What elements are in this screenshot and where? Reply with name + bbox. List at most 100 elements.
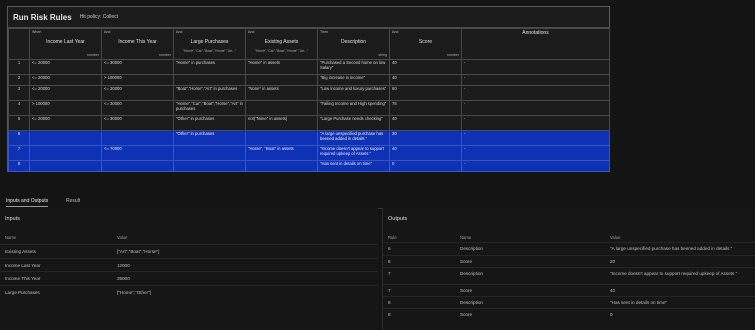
column-header[interactable]: And Existing Assets "Home","Car","Boat","H… — [245, 28, 318, 60]
rule-number: 6 — [8, 130, 30, 146]
rule-cell[interactable] — [173, 145, 246, 161]
rule-cell[interactable]: "Home" in assets — [245, 59, 318, 75]
tab-bar: Inputs and Outputs Result — [0, 194, 755, 209]
rule-cell[interactable]: "Other" in purchases — [173, 115, 246, 131]
outputs-panel: Outputs Rule Name Value 6 Description "A l… — [382, 208, 755, 330]
rule-number: 7 — [8, 145, 30, 161]
hit-policy-value: Collect — [102, 14, 119, 20]
rule-cell[interactable] — [173, 74, 246, 86]
rule-cell[interactable]: "Big increase in income" — [317, 74, 390, 86]
rule-cell[interactable] — [29, 145, 102, 161]
rule-row[interactable]: 1 <= 20000 <= 30000 "Home" in purchases "Hom… — [8, 59, 610, 75]
rule-cell[interactable]: "Income doesn't appear to support requir… — [317, 145, 390, 161]
rule-row[interactable]: 4 > 100000 <= 30000 "Home","Car","Boat","Ho… — [8, 100, 610, 116]
rule-cell[interactable]: "Purchased a Second home on low Salary" — [317, 59, 390, 75]
rule-cell[interactable]: "Other" in purchases — [173, 130, 246, 146]
inputs-name-header: Name — [5, 235, 17, 240]
rule-cell[interactable]: <= 30000 — [101, 85, 174, 101]
output-rule: 8 — [388, 312, 391, 317]
rule-cell[interactable]: <= 20000 — [29, 59, 102, 75]
rule-cell[interactable]: - — [461, 115, 610, 131]
column-name: Annotations — [522, 30, 549, 36]
rule-cell[interactable]: 40 — [389, 74, 462, 86]
tab-inputs-and-outputs[interactable]: Inputs and Outputs — [6, 198, 49, 207]
rule-cell[interactable]: <= 20000 — [29, 115, 102, 131]
rule-cell[interactable]: "Horse", "Boat" in assets — [245, 145, 318, 161]
column-kind: Then — [320, 30, 329, 34]
rule-cell[interactable]: - — [461, 145, 610, 161]
output-value: "Has sent in details on time" — [610, 300, 668, 305]
rule-row[interactable]: 8 "Has sent in details on time" 0- — [8, 160, 610, 172]
rule-number: 3 — [8, 85, 30, 101]
output-value: 40 — [610, 288, 616, 293]
rule-cell[interactable]: <= 70000 — [101, 145, 174, 161]
input-row: Income This Year 35000 — [0, 271, 378, 286]
output-row: 6 Description "A large unspecified purchas… — [383, 242, 755, 256]
tab-result[interactable]: Result — [66, 198, 80, 204]
rule-cell[interactable]: - — [461, 130, 610, 146]
output-rule: 6 — [388, 246, 391, 251]
rule-row[interactable]: 2 <= 20000 > 100000 "Big increase in income… — [8, 74, 610, 86]
rule-row[interactable]: 3 <= 20000 <= 30000 "Boat","Horse","Art" in… — [8, 85, 610, 101]
rule-cell[interactable]: 60 — [389, 85, 462, 101]
rule-cell[interactable] — [245, 160, 318, 172]
rule-cell[interactable] — [245, 100, 318, 116]
column-header[interactable]: Annotations — [461, 28, 610, 60]
rule-cell[interactable]: - — [461, 160, 610, 172]
rule-cell[interactable]: "Low income and luxury purchases" — [317, 85, 390, 101]
output-name: Score — [460, 288, 473, 293]
rule-cell[interactable]: "None" in assets — [245, 85, 318, 101]
column-name: Description — [340, 39, 366, 45]
rule-cell[interactable]: <= 30000 — [101, 59, 174, 75]
rule-cell[interactable] — [29, 160, 102, 172]
rule-cell[interactable]: not("None" in assets) — [245, 115, 318, 131]
rule-cell[interactable]: "Large Purchase needs checking" — [317, 115, 390, 131]
column-header[interactable]: And Income This Year number — [101, 28, 174, 60]
rule-cell[interactable]: - — [461, 100, 610, 116]
rule-row[interactable]: 7 <= 70000 "Horse", "Boat" in assets "Incom… — [8, 145, 610, 161]
column-header[interactable]: Then Description string — [317, 28, 390, 60]
rule-cell[interactable]: "Home","Car","Boat","Horse","Art" in pur… — [173, 100, 246, 116]
rule-cell[interactable] — [245, 130, 318, 146]
rule-cell[interactable] — [173, 160, 246, 172]
rule-cell[interactable] — [101, 160, 174, 172]
rule-cell[interactable]: 40 — [389, 59, 462, 75]
rule-cell[interactable]: - — [461, 74, 610, 86]
rule-cell[interactable] — [245, 74, 318, 86]
rule-cell[interactable]: "Home" in purchases — [173, 59, 246, 75]
rule-cell[interactable]: "Has sent in details on time" — [317, 160, 390, 172]
hit-policy[interactable]: Hit policy: Collect — [80, 14, 118, 20]
rule-cell[interactable]: 20 — [389, 130, 462, 146]
rule-cell[interactable] — [101, 130, 174, 146]
rule-cell[interactable]: 40 — [389, 145, 462, 161]
input-name: Income Last Year — [5, 262, 41, 268]
column-kind: And — [248, 30, 255, 34]
rule-cell[interactable]: <= 20000 — [29, 74, 102, 86]
rule-cell[interactable]: - — [461, 59, 610, 75]
column-header[interactable]: And Score number — [389, 28, 462, 60]
rule-row[interactable]: 5 <= 20000 <= 30000 "Other" in purchases not… — [8, 115, 610, 131]
rule-cell[interactable]: "Falling Income and High spending" — [317, 100, 390, 116]
output-rule: 6 — [388, 259, 391, 264]
rule-cell[interactable]: <= 30000 — [101, 100, 174, 116]
rule-cell[interactable]: 0 — [389, 160, 462, 172]
rule-cell[interactable]: <= 30000 — [101, 115, 174, 131]
output-rule: 8 — [388, 300, 391, 305]
output-name: Score — [460, 259, 473, 264]
rule-cell[interactable]: "A large unspecified purchase has beened… — [317, 130, 390, 146]
rule-cell[interactable]: "Boat","Horse","Art" in purchases — [173, 85, 246, 101]
rule-cell[interactable]: > 100000 — [29, 100, 102, 116]
rule-cell[interactable]: 75 — [389, 100, 462, 116]
decision-table: Run Risk Rules Hit policy: Collect When I… — [7, 6, 610, 172]
rule-number: 1 — [8, 59, 30, 75]
column-header[interactable]: When Income Last Year number — [29, 28, 102, 60]
outputs-title: Outputs — [388, 216, 408, 222]
rule-cell[interactable]: 40 — [389, 115, 462, 131]
rule-cell[interactable]: - — [461, 85, 610, 101]
column-header[interactable]: And Large Purchases "Home","Car","Boat","H… — [173, 28, 246, 60]
decision-table-title-bar: Run Risk Rules Hit policy: Collect — [8, 7, 609, 28]
rule-cell[interactable] — [29, 130, 102, 146]
rule-cell[interactable]: > 100000 — [101, 74, 174, 86]
rule-cell[interactable]: <= 20000 — [29, 85, 102, 101]
rule-row[interactable]: 6 "Other" in purchases "A large unspecifie… — [8, 130, 610, 146]
